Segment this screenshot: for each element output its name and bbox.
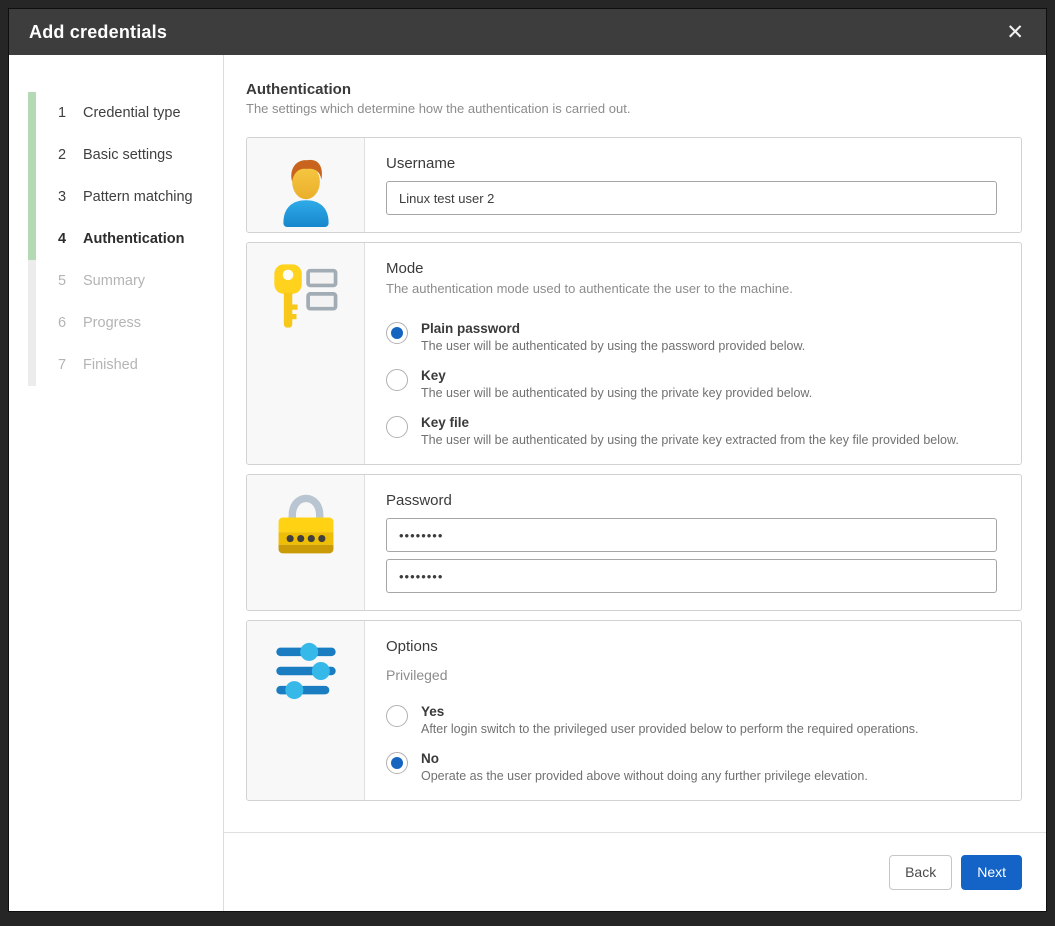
radio-yes[interactable] xyxy=(386,705,408,727)
privileged-label: Privileged xyxy=(386,667,997,683)
password-card: Password xyxy=(246,474,1022,611)
password-confirm-input[interactable] xyxy=(386,559,997,593)
wizard-step-authentication[interactable]: 4 Authentication xyxy=(28,218,223,260)
dialog-footer: Back Next xyxy=(224,832,1046,911)
step-progress-bar xyxy=(28,260,36,302)
step-progress-bar xyxy=(28,176,36,218)
close-icon[interactable]: ✕ xyxy=(1006,22,1024,43)
step-number: 2 xyxy=(58,147,72,163)
radio-option-privileged-yes[interactable]: Yes After login switch to the privileged… xyxy=(386,704,997,736)
password-input[interactable] xyxy=(386,518,997,552)
options-card: Options Privileged Yes After login switc… xyxy=(246,620,1022,801)
radio-key-file[interactable] xyxy=(386,416,408,438)
radio-description: After login switch to the privileged use… xyxy=(421,722,919,736)
authentication-panel: Authentication The settings which determ… xyxy=(224,55,1046,832)
step-label: Progress xyxy=(83,315,141,331)
user-icon xyxy=(247,138,365,232)
back-button[interactable]: Back xyxy=(889,855,952,890)
radio-option-key-file[interactable]: Key file The user will be authenticated … xyxy=(386,415,997,447)
step-number: 5 xyxy=(58,273,72,289)
wizard-step-list: 1 Credential type 2 Basic settings 3 Pat… xyxy=(9,55,224,911)
radio-option-key[interactable]: Key The user will be authenticated by us… xyxy=(386,368,997,400)
username-input[interactable] xyxy=(386,181,997,215)
radio-label: Key file xyxy=(421,415,959,430)
step-number: 1 xyxy=(58,105,72,121)
mode-card: Mode The authentication mode used to aut… xyxy=(246,242,1022,465)
options-label: Options xyxy=(386,638,997,655)
sliders-icon xyxy=(247,621,365,800)
wizard-step-finished: 7 Finished xyxy=(28,344,223,386)
step-progress-bar xyxy=(28,344,36,386)
add-credentials-dialog: Add credentials ✕ 1 Credential type 2 Ba… xyxy=(8,8,1047,912)
dialog-title: Add credentials xyxy=(29,22,167,43)
radio-description: The user will be authenticated by using … xyxy=(421,339,805,353)
step-progress-bar xyxy=(28,218,36,260)
radio-key[interactable] xyxy=(386,369,408,391)
step-label: Authentication xyxy=(83,231,185,247)
radio-plain-password[interactable] xyxy=(386,322,408,344)
step-progress-bar xyxy=(28,302,36,344)
radio-description: The user will be authenticated by using … xyxy=(421,433,959,447)
step-progress-bar xyxy=(28,92,36,134)
step-number: 7 xyxy=(58,357,72,373)
wizard-step-progress: 6 Progress xyxy=(28,302,223,344)
mode-description: The authentication mode used to authenti… xyxy=(386,281,997,296)
radio-label: No xyxy=(421,751,868,766)
step-label: Finished xyxy=(83,357,138,373)
next-button[interactable]: Next xyxy=(961,855,1022,890)
mode-label: Mode xyxy=(386,260,997,277)
wizard-step-summary: 5 Summary xyxy=(28,260,223,302)
step-label: Summary xyxy=(83,273,145,289)
page-title: Authentication xyxy=(246,81,1022,98)
step-label: Pattern matching xyxy=(83,189,193,205)
step-label: Basic settings xyxy=(83,147,172,163)
wizard-step-credential-type[interactable]: 1 Credential type xyxy=(28,92,223,134)
username-label: Username xyxy=(386,155,997,172)
radio-label: Plain password xyxy=(421,321,805,336)
radio-description: The user will be authenticated by using … xyxy=(421,386,812,400)
step-label: Credential type xyxy=(83,105,181,121)
username-card: Username xyxy=(246,137,1022,233)
step-number: 6 xyxy=(58,315,72,331)
radio-label: Yes xyxy=(421,704,919,719)
radio-option-plain-password[interactable]: Plain password The user will be authenti… xyxy=(386,321,997,353)
dialog-header: Add credentials ✕ xyxy=(9,9,1046,55)
step-progress-bar xyxy=(28,134,36,176)
page-subtitle: The settings which determine how the aut… xyxy=(246,101,1022,116)
step-number: 3 xyxy=(58,189,72,205)
radio-description: Operate as the user provided above witho… xyxy=(421,769,868,783)
wizard-step-basic-settings[interactable]: 2 Basic settings xyxy=(28,134,223,176)
radio-label: Key xyxy=(421,368,812,383)
wizard-step-pattern-matching[interactable]: 3 Pattern matching xyxy=(28,176,223,218)
password-label: Password xyxy=(386,492,997,509)
radio-option-privileged-no[interactable]: No Operate as the user provided above wi… xyxy=(386,751,997,783)
step-number: 4 xyxy=(58,231,72,247)
radio-no[interactable] xyxy=(386,752,408,774)
lock-icon xyxy=(247,475,365,610)
key-icon xyxy=(247,243,365,464)
